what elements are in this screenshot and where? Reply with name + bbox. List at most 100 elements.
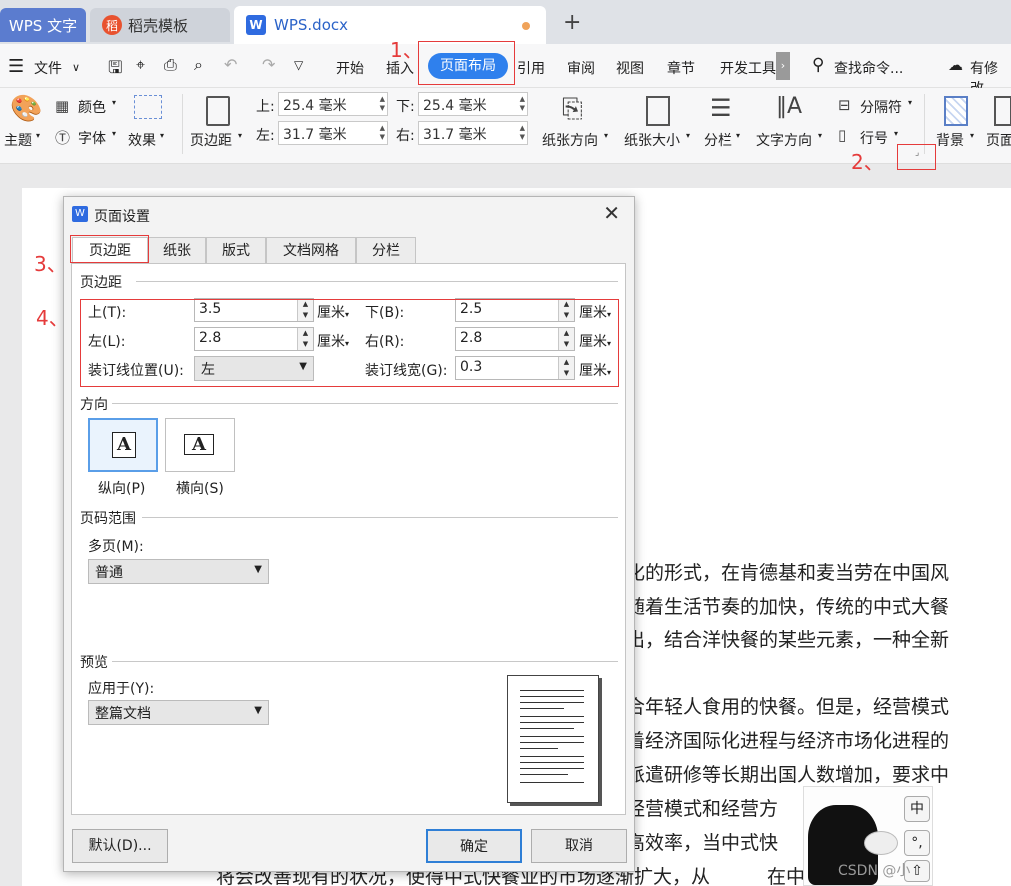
ribbon-color[interactable]: 颜色 — [78, 97, 106, 117]
background-icon[interactable] — [944, 96, 968, 126]
menu-file[interactable]: 文件 — [34, 58, 62, 78]
margins-dropdown-icon[interactable]: ▾ — [238, 131, 242, 140]
cloud-icon: ☁ — [948, 56, 963, 74]
ribbon-right-margin-value: 31.7 毫米 — [423, 127, 487, 143]
menu-start[interactable]: 开始 — [336, 58, 364, 78]
dialog-launcher-icon[interactable]: ⌟ — [915, 148, 919, 158]
multi-page-select[interactable]: 普通 ▼ — [88, 559, 269, 584]
menu-review[interactable]: 审阅 — [567, 58, 595, 78]
ribbon-columns[interactable]: 分栏 — [704, 130, 732, 150]
ribbon-bottom-margin-input[interactable]: 25.4 毫米 ▲ ▼ — [418, 92, 528, 116]
ribbon-separator-button[interactable]: 分隔符 — [860, 97, 902, 117]
doc-line: 随着生活节奏的加快，传统的中式大餐 — [626, 596, 950, 618]
ribbon-page-border[interactable]: 页面 — [986, 130, 1011, 150]
menu-chapter[interactable]: 章节 — [667, 58, 695, 78]
ribbon-margins[interactable]: 页边距 — [190, 130, 232, 150]
spinner-icon[interactable]: ▲ ▼ — [520, 124, 525, 142]
text-direction-dropdown-icon[interactable]: ▾ — [818, 131, 822, 140]
ribbon-theme[interactable]: 主题 — [4, 130, 32, 150]
apply-to-select[interactable]: 整篇文档 ▼ — [88, 700, 269, 725]
cancel-button[interactable]: 取消 — [531, 829, 627, 863]
ribbon-paper-size[interactable]: 纸张大小 — [624, 130, 680, 150]
annotation-step-3: 3、 — [34, 252, 67, 276]
ribbon-effect[interactable]: 效果 — [128, 130, 156, 150]
effect-icon[interactable] — [134, 95, 162, 119]
ribbon-left-margin-input[interactable]: 31.7 毫米 ▲ ▼ — [278, 121, 388, 145]
chevron-down-icon[interactable]: ∨ — [72, 61, 80, 74]
preview-line — [520, 742, 584, 743]
menu-references[interactable]: 引用 — [517, 58, 545, 78]
separator-icon: ⊟ — [838, 96, 851, 114]
ribbon-line-number[interactable]: 行号 — [860, 128, 888, 148]
close-icon[interactable]: ✕ — [603, 201, 620, 225]
menu-scroll-right-icon[interactable]: › — [776, 52, 790, 80]
command-search[interactable]: 查找命令... — [834, 58, 903, 78]
preview-line — [520, 690, 584, 691]
columns-icon[interactable]: ☰ — [710, 94, 732, 122]
background-dropdown-icon[interactable]: ▾ — [970, 131, 974, 140]
margins-icon[interactable] — [206, 96, 230, 126]
ribbon-background[interactable]: 背景 — [936, 130, 964, 150]
format-painter-icon[interactable]: ⌖ — [136, 55, 145, 75]
multi-page-value: 普通 — [95, 565, 123, 581]
tab-layout[interactable]: 版式 — [206, 237, 266, 263]
preview-line — [520, 702, 584, 703]
text-direction-icon[interactable]: ‖A — [776, 94, 802, 119]
multi-page-label: 多页(M): — [88, 539, 144, 555]
tab-wps-writer[interactable]: WPS 文字 — [0, 8, 86, 42]
annotation-step-1: 1、 — [390, 38, 423, 62]
highlight-page-layout — [418, 41, 515, 85]
quick-access-more-icon[interactable]: ▽ — [294, 58, 303, 72]
page-border-icon[interactable] — [994, 96, 1011, 126]
landscape-option[interactable]: A — [165, 418, 235, 472]
spinner-icon[interactable]: ▲ ▼ — [380, 95, 385, 113]
print-icon[interactable]: ⎙ — [164, 55, 177, 75]
redo-icon[interactable]: ↷ — [262, 55, 275, 74]
ribbon-paper-orientation[interactable]: 纸张方向 — [542, 130, 598, 150]
color-dropdown-icon[interactable]: ▾ — [112, 98, 116, 107]
hamburger-icon[interactable]: ☰ — [8, 56, 24, 77]
tab-bar: WPS 文字 稻 稻壳模板 W WPS.docx + — [0, 0, 1011, 44]
theme-dropdown-icon[interactable]: ▾ — [36, 131, 40, 140]
paper-orientation-icon[interactable]: ⎘ — [562, 94, 583, 125]
ribbon-top-margin-input[interactable]: 25.4 毫米 ▲ ▼ — [278, 92, 388, 116]
save-icon[interactable]: 🖫 — [108, 55, 122, 84]
effect-dropdown-icon[interactable]: ▾ — [160, 131, 164, 140]
spinner-icon[interactable]: ▲ ▼ — [380, 124, 385, 142]
ribbon-top-margin-value: 25.4 毫米 — [283, 98, 347, 114]
ribbon-font[interactable]: 字体 — [78, 128, 106, 148]
menu-view[interactable]: 视图 — [616, 58, 644, 78]
default-button[interactable]: 默认(D)... — [72, 829, 168, 863]
tab-paper[interactable]: 纸张 — [148, 237, 206, 263]
ribbon-text-direction[interactable]: 文字方向 — [756, 130, 812, 150]
font-dropdown-icon[interactable]: ▾ — [112, 129, 116, 138]
print-preview-icon[interactable]: ⌕ — [194, 55, 203, 75]
highlight-dialog-launcher: ⌟ — [897, 144, 936, 170]
orientation-dropdown-icon[interactable]: ▾ — [604, 131, 608, 140]
paper-size-icon[interactable] — [646, 96, 670, 126]
undo-icon[interactable]: ↶ — [224, 55, 237, 74]
tab-document-label: WPS.docx — [274, 16, 348, 34]
columns-dropdown-icon[interactable]: ▾ — [736, 131, 740, 140]
spinner-icon[interactable]: ▲ ▼ — [520, 95, 525, 113]
portrait-option[interactable]: A — [88, 418, 158, 472]
tab-document-grid[interactable]: 文档网格 — [266, 237, 356, 263]
theme-palette-icon[interactable]: 🎨 — [10, 94, 42, 124]
ime-chinese-mode-icon[interactable]: 中 — [904, 796, 930, 822]
preview-line — [520, 768, 584, 769]
line-number-dropdown-icon[interactable]: ▾ — [894, 129, 898, 138]
section-margins: 页边距 — [80, 275, 122, 291]
new-tab-button[interactable]: + — [563, 10, 581, 35]
ribbon-right-margin-input[interactable]: 31.7 毫米 ▲ ▼ — [418, 121, 528, 145]
mouse-figure — [864, 831, 898, 855]
page-setup-dialog: W 页面设置 ✕ 页边距 纸张 版式 文档网格 分栏 页边距 上(T): 3.5… — [63, 196, 635, 872]
section-page-range: 页码范围 — [80, 511, 136, 527]
tab-columns[interactable]: 分栏 — [356, 237, 416, 263]
menu-developer[interactable]: 开发工具 — [720, 58, 778, 78]
separator-dropdown-icon[interactable]: ▾ — [908, 98, 912, 107]
tab-daoke-templates[interactable]: 稻 稻壳模板 — [90, 8, 230, 42]
font-circle-icon: Ⓣ — [55, 129, 71, 147]
ok-button[interactable]: 确定 — [426, 829, 522, 863]
size-dropdown-icon[interactable]: ▾ — [686, 131, 690, 140]
ime-punctuation-icon[interactable]: °, — [904, 830, 930, 856]
